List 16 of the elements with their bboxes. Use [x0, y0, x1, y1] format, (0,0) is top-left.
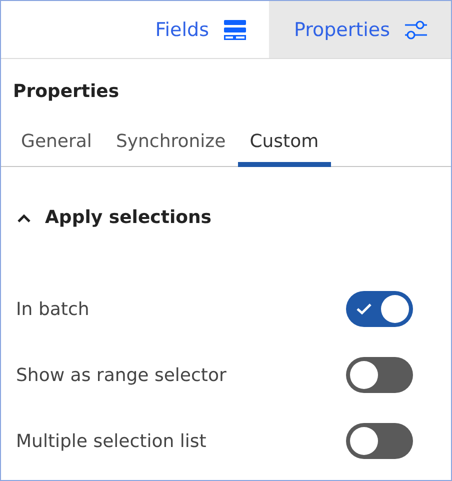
toggle-switch[interactable] — [346, 423, 413, 459]
chevron-icon[interactable] — [17, 212, 31, 222]
tab[interactable]: Custom — [238, 131, 331, 167]
section-title: Apply selections — [45, 207, 212, 228]
toggle-switch[interactable] — [346, 291, 413, 327]
option-label: Multiple selection list — [16, 430, 206, 452]
option-label: Show as range selector — [16, 364, 226, 386]
tab[interactable]: Synchronize — [104, 131, 238, 167]
list-icon — [223, 18, 247, 40]
tab[interactable]: General — [9, 131, 104, 167]
sliders-icon — [404, 18, 428, 40]
check-icon — [356, 303, 372, 315]
panel-tab[interactable]: Properties — [269, 1, 451, 58]
toggle-switch[interactable] — [346, 357, 413, 393]
panel-title: Properties — [12, 80, 120, 104]
option-label: In batch — [16, 298, 90, 320]
